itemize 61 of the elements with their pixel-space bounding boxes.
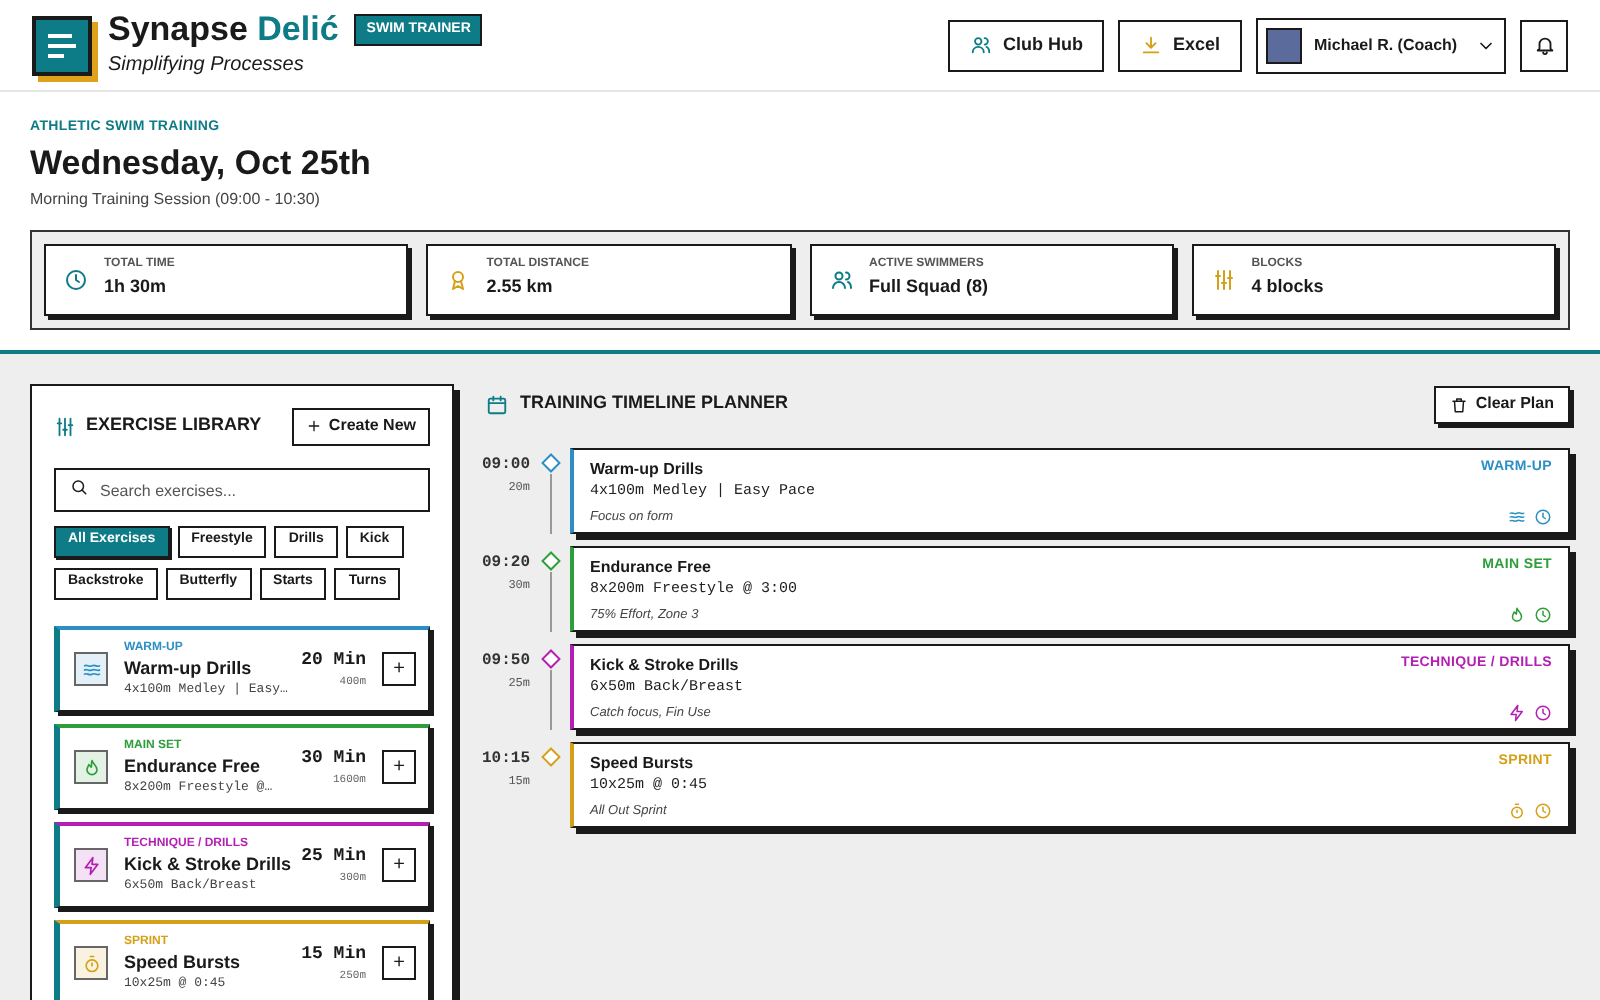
search-field[interactable]: Search exercises... bbox=[54, 468, 430, 512]
stat-value: 2.55 km bbox=[486, 274, 555, 301]
panel-title: TRAINING TIMELINE PLANNER bbox=[520, 390, 788, 417]
stat-value: Full Squad (8) bbox=[869, 274, 988, 301]
page-subtitle: Morning Training Session (09:00 - 10:30) bbox=[30, 187, 322, 211]
brand-name: Synapse Delić bbox=[108, 10, 339, 50]
block-title: Warm-up Drills bbox=[590, 457, 706, 481]
exercise-duration: 20 Min bbox=[301, 647, 366, 674]
download-icon bbox=[1140, 34, 1163, 56]
exercise-title: Speed Bursts bbox=[124, 951, 243, 974]
block-time: 09:20 bbox=[481, 551, 530, 575]
brand-tagline: Simplifying Processes bbox=[108, 52, 306, 80]
panel-title: EXERCISE LIBRARY bbox=[86, 412, 262, 439]
lightning-icon bbox=[81, 855, 101, 875]
exercise-duration: 25 Min bbox=[301, 843, 366, 870]
clock-icon bbox=[1534, 507, 1552, 525]
block-title: Kick & Stroke Drills bbox=[590, 653, 741, 677]
lightning-icon bbox=[1508, 703, 1526, 721]
clear-plan-button[interactable]: Clear Plan bbox=[1433, 385, 1570, 423]
stopwatch-icon bbox=[81, 953, 101, 973]
add-button[interactable]: + bbox=[382, 946, 416, 980]
block-time: 09:00 bbox=[481, 453, 530, 477]
sliders-icon bbox=[1211, 267, 1236, 291]
flame-icon bbox=[81, 757, 101, 777]
block-time: 10:15 bbox=[481, 747, 530, 771]
add-button[interactable]: + bbox=[382, 652, 416, 686]
stat-value: 4 blocks bbox=[1251, 274, 1324, 301]
exercise-duration: 15 Min bbox=[301, 941, 366, 968]
people-icon bbox=[829, 267, 853, 291]
page-title: Wednesday, Oct 25th bbox=[30, 141, 373, 185]
exercise-title: Endurance Free bbox=[124, 755, 263, 778]
flame-icon bbox=[1508, 605, 1526, 623]
stopwatch-icon bbox=[1508, 801, 1526, 819]
exercise-title: Kick & Stroke Drills bbox=[124, 853, 286, 876]
exercise-title: Warm-up Drills bbox=[124, 657, 254, 680]
people-icon bbox=[970, 34, 993, 56]
calendar-icon bbox=[486, 393, 508, 415]
block-title: Speed Bursts bbox=[590, 751, 696, 775]
avatar-placeholder bbox=[1266, 27, 1302, 63]
waves-icon bbox=[1508, 507, 1526, 525]
notifications-button[interactable] bbox=[1520, 19, 1568, 71]
clock-icon bbox=[1534, 605, 1552, 623]
bell-icon bbox=[1533, 34, 1555, 56]
clock-icon bbox=[1534, 703, 1552, 721]
clock-icon bbox=[64, 267, 88, 291]
club-hub-button[interactable]: Club Hub bbox=[948, 19, 1105, 71]
block-title: Endurance Free bbox=[590, 555, 713, 579]
block-time: 09:50 bbox=[481, 649, 530, 673]
stat-value: 1h 30m bbox=[104, 274, 169, 301]
clock-icon bbox=[1534, 801, 1552, 819]
excel-button[interactable]: Excel bbox=[1118, 19, 1242, 71]
add-button[interactable]: + bbox=[382, 750, 416, 784]
add-button[interactable]: + bbox=[382, 848, 416, 882]
user-menu-button[interactable]: Michael R. (Coach) bbox=[1256, 17, 1506, 73]
trash-icon bbox=[1449, 395, 1468, 413]
create-new-button[interactable]: Create New bbox=[292, 407, 430, 445]
plus-icon bbox=[306, 418, 323, 434]
search-icon bbox=[70, 477, 88, 495]
exercise-duration: 30 Min bbox=[301, 745, 366, 772]
waves-icon bbox=[81, 659, 101, 679]
sliders-icon bbox=[54, 415, 76, 437]
